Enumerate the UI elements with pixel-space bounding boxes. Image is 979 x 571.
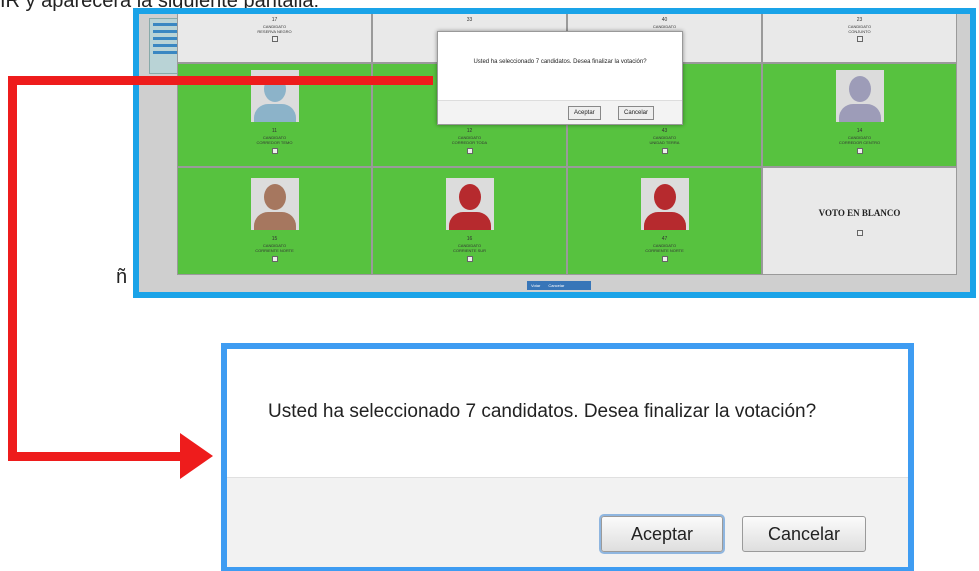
candidate-checkbox[interactable] (661, 148, 668, 154)
candidate-number: 43 (661, 128, 668, 134)
accept-button-small[interactable]: Aceptar (568, 106, 601, 120)
candidate-avatar (250, 178, 299, 230)
candidate-number: 14 (856, 128, 863, 134)
candidate-number: 17 (271, 17, 278, 23)
candidate-number: 11 (271, 128, 278, 134)
candidate-checkbox[interactable] (466, 256, 473, 262)
candidate-label: CANDIDATO CORRIENTE SUR (452, 243, 487, 253)
candidate-number: 33 (466, 17, 473, 23)
cancel-vote-button[interactable]: Cancelar (544, 281, 568, 290)
candidate-checkbox[interactable] (856, 36, 863, 42)
candidate-card[interactable]: 23 CANDIDATO CONJUNTO (762, 14, 957, 63)
candidate-number: 47 (661, 236, 668, 242)
voting-screen: 17 CANDIDATO RESERVA NEGRO 33 40 CANDIDAT… (139, 14, 970, 292)
candidate-checkbox[interactable] (271, 36, 278, 42)
dialog-footer: Aceptar Cancelar (227, 477, 908, 567)
candidate-label: CANDIDATO CONJUNTO (847, 24, 872, 34)
cancel-button-small[interactable]: Cancelar (618, 106, 655, 120)
candidate-number: 40 (661, 17, 668, 23)
bottom-action-bar: Votar Cancelar (527, 281, 591, 290)
dialog-message-small: Usted ha seleccionado 7 candidatos. Dese… (473, 59, 647, 65)
candidate-checkbox[interactable] (661, 256, 668, 262)
voting-screenshot: 17 CANDIDATO RESERVA NEGRO 33 40 CANDIDAT… (133, 8, 976, 298)
arrow-segment (8, 452, 183, 461)
blank-vote-label: VOTO EN BLANCO (818, 208, 901, 218)
dialog-message: Usted ha seleccionado 7 candidatos. Dese… (268, 401, 817, 422)
blank-vote-checkbox[interactable] (856, 230, 863, 236)
candidate-card[interactable]: 16 CANDIDATO CORRIENTE SUR (372, 167, 567, 275)
candidate-number: 15 (271, 236, 278, 242)
candidate-avatar (445, 178, 494, 230)
candidate-card[interactable]: 47 CANDIDATO CORRIENTE NORTE (567, 167, 762, 275)
candidate-label: CANDIDATO RESERVA NEGRO (257, 24, 292, 34)
candidate-card[interactable]: 14 CANDIDATO CORREDOR CENTRO (762, 63, 957, 167)
candidate-avatar (640, 178, 689, 230)
candidate-card[interactable]: 17 CANDIDATO RESERVA NEGRO (177, 14, 372, 63)
tutorial-page: IR y aparecerá la siguiente pantalla: ñ … (0, 0, 979, 571)
candidate-checkbox[interactable] (466, 148, 473, 154)
candidate-label: CANDIDATO CORRIENTE NORTE (255, 243, 294, 253)
candidate-label: CANDIDATO CORREDOR TODA (451, 135, 488, 145)
candidate-avatar (835, 70, 884, 122)
candidate-label: CANDIDATO CORREDOR CENTRO (838, 135, 881, 145)
confirm-dialog-zoomed: Usted ha seleccionado 7 candidatos. Dese… (221, 343, 914, 571)
arrow-segment (8, 76, 433, 85)
candidate-checkbox[interactable] (271, 148, 278, 154)
candidate-label: CANDIDATO UNIDAD TERRA (649, 135, 680, 145)
candidate-card[interactable]: 15 CANDIDATO CORRIENTE NORTE (177, 167, 372, 275)
candidate-label: CANDIDATO (652, 24, 677, 29)
confirm-dialog-small: Usted ha seleccionado 7 candidatos. Dese… (437, 31, 683, 125)
candidate-checkbox[interactable] (271, 256, 278, 262)
candidate-number: 23 (856, 17, 863, 23)
candidate-label: CANDIDATO CORREDOR TEMO (256, 135, 293, 145)
candidate-number: 16 (466, 236, 473, 242)
candidate-label: CANDIDATO CORRIENTE NORTE (645, 243, 684, 253)
stray-character: ñ (116, 266, 128, 288)
accept-button[interactable]: Aceptar (601, 516, 723, 552)
candidate-number: 12 (466, 128, 473, 134)
blank-vote-card[interactable]: VOTO EN BLANCO (762, 167, 957, 275)
cancel-button[interactable]: Cancelar (742, 516, 866, 552)
vote-button[interactable]: Votar (527, 281, 544, 290)
arrow-segment (8, 76, 17, 461)
candidate-checkbox[interactable] (856, 148, 863, 154)
arrow-head-icon (180, 433, 213, 479)
